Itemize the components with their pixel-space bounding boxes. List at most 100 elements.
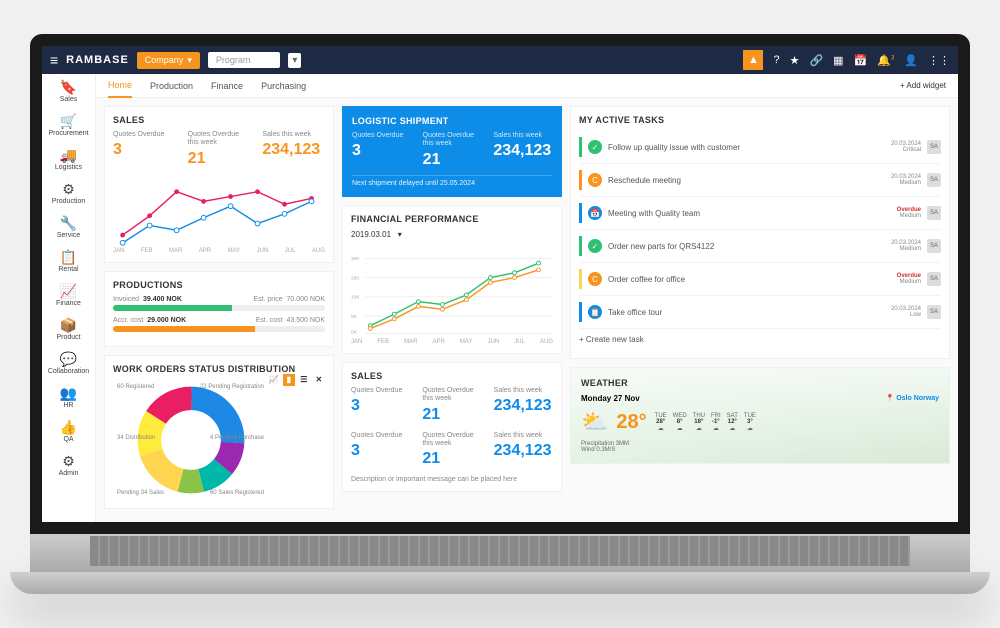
grid-icon[interactable]: ▦ xyxy=(833,54,843,67)
progress-bar: Invoiced 39.400 NOKEst. price 70.000 NOK xyxy=(113,296,325,311)
task-text: Order new parts for QRS4122 xyxy=(608,242,885,251)
qa-icon: 👍 xyxy=(44,419,93,436)
rental-icon: 📋 xyxy=(44,249,93,266)
tab-purchasing[interactable]: Purchasing xyxy=(261,75,306,97)
sidebar-item-finance[interactable]: 📈Finance xyxy=(42,278,95,312)
forecast-day: SAT12°☁ xyxy=(727,413,738,432)
card-title: PRODUCTIONS xyxy=(113,280,325,290)
task-row[interactable]: ✓ Follow up quality issue with customer … xyxy=(579,131,941,164)
task-status-icon: C xyxy=(588,173,602,187)
task-row[interactable]: C Order coffee for office OverdueMedium … xyxy=(579,263,941,296)
avatar: SA xyxy=(927,272,941,286)
company-dropdown[interactable]: Company ▾ xyxy=(137,52,200,69)
alert-icon[interactable]: ▲ xyxy=(743,50,763,70)
production-icon: ⚙ xyxy=(44,181,93,198)
apps-icon[interactable]: ⋮⋮ xyxy=(928,54,950,67)
sidebar-item-logistics[interactable]: 🚚Logistics xyxy=(42,142,95,176)
avatar: SA xyxy=(927,305,941,319)
svg-text:0K: 0K xyxy=(351,329,358,335)
sidebar-item-product[interactable]: 📦Product xyxy=(42,312,95,346)
tab-home[interactable]: Home xyxy=(108,74,132,98)
sidebar-item-hr[interactable]: 👥HR xyxy=(42,380,95,414)
sidebar: 🔖Sales🛒Procurement🚚Logistics⚙Production🔧… xyxy=(42,74,96,522)
financial-card: FINANCIAL PERFORMANCE 2019.03.01 ▾ 30K25… xyxy=(342,205,562,354)
chart-list-icon[interactable]: ☰ xyxy=(298,374,310,386)
kpi: Sales this week234,123 xyxy=(262,131,325,168)
search-icon[interactable]: ▾ xyxy=(288,53,301,68)
chart-line-icon[interactable]: 📈 xyxy=(268,374,280,386)
avatar: SA xyxy=(927,173,941,187)
sidebar-item-admin[interactable]: ⚙Admin xyxy=(42,448,95,482)
avatar: SA xyxy=(927,140,941,154)
sidebar-item-production[interactable]: ⚙Production xyxy=(42,176,95,210)
bell-icon[interactable]: 🔔3 xyxy=(877,54,894,67)
sales-chart xyxy=(113,176,325,246)
card-title: WEATHER xyxy=(581,378,939,388)
task-text: Follow up quality issue with customer xyxy=(608,143,885,152)
card-title: LOGISTIC SHIPMENT xyxy=(352,116,552,126)
card-title: WORK ORDERS STATUS DISTRIBUTION 📈 ▮ ☰ ✕ xyxy=(113,364,325,374)
service-icon: 🔧 xyxy=(44,215,93,232)
collaboration-icon: 💬 xyxy=(44,351,93,368)
sales-card: SALES Quotes Overdue3Quotes Overdue this… xyxy=(104,106,334,263)
svg-text:25K: 25K xyxy=(351,275,360,281)
chart-bar-icon[interactable]: ▮ xyxy=(283,374,295,386)
svg-text:30K: 30K xyxy=(351,256,360,262)
product-icon: 📦 xyxy=(44,317,93,334)
kpi: Sales this week234,123 xyxy=(493,132,552,169)
top-nav: ≡ RAMBASE Company ▾ Program ▾ ▲ ? ★ 🔗 ▦ … xyxy=(42,46,958,74)
task-text: Take office tour xyxy=(608,308,885,317)
weather-temp: 28° xyxy=(616,411,646,434)
task-status-icon: ✓ xyxy=(588,140,602,154)
link-icon[interactable]: 🔗 xyxy=(809,54,823,67)
kpi: Sales this week234,123 xyxy=(494,432,553,469)
weather-date: Monday 27 Nov xyxy=(581,394,640,403)
task-row[interactable]: ✓ Order new parts for QRS4122 20.03.2024… xyxy=(579,230,941,263)
period-dropdown[interactable]: 2019.03.01 ▾ xyxy=(351,230,553,239)
task-row[interactable]: 📅 Meeting with Quality team OverdueMediu… xyxy=(579,197,941,230)
calendar-icon[interactable]: 📅 xyxy=(854,54,868,67)
logistics-icon: 🚚 xyxy=(44,147,93,164)
kpi: Quotes Overdue this week21 xyxy=(422,432,481,469)
star-icon[interactable]: ★ xyxy=(790,54,800,67)
task-row[interactable]: C Reschedule meeting 20.03.2024Medium SA xyxy=(579,164,941,197)
sidebar-item-sales[interactable]: 🔖Sales xyxy=(42,74,95,108)
task-status-icon: C xyxy=(588,272,602,286)
sidebar-item-rental[interactable]: 📋Rental xyxy=(42,244,95,278)
sidebar-item-service[interactable]: 🔧Service xyxy=(42,210,95,244)
close-icon[interactable]: ✕ xyxy=(313,374,325,386)
priority-indicator xyxy=(579,170,582,190)
kpi: Sales this week234,123 xyxy=(494,387,553,424)
task-text: Order coffee for office xyxy=(608,275,891,284)
avatar: SA xyxy=(927,206,941,220)
kpi: Quotes Overdue3 xyxy=(113,131,176,168)
progress-bar: Accr. cost 29.000 NOKEst. cost 43.500 NO… xyxy=(113,317,325,332)
kpi: Quotes Overdue this week21 xyxy=(188,131,251,168)
priority-indicator xyxy=(579,203,582,223)
menu-icon[interactable]: ≡ xyxy=(50,52,58,68)
kpi: Quotes Overdue this week21 xyxy=(422,387,481,424)
forecast-day: TUE3°☁ xyxy=(744,413,756,432)
sidebar-item-collaboration[interactable]: 💬Collaboration xyxy=(42,346,95,380)
task-status-icon: 📋 xyxy=(588,305,602,319)
sidebar-item-procurement[interactable]: 🛒Procurement xyxy=(42,108,95,142)
add-widget-button[interactable]: + Add widget xyxy=(900,81,946,90)
svg-text:5K: 5K xyxy=(351,314,358,320)
sidebar-item-qa[interactable]: 👍QA xyxy=(42,414,95,448)
card-title: SALES xyxy=(351,371,553,381)
shipment-card: LOGISTIC SHIPMENT Quotes Overdue3Quotes … xyxy=(342,106,562,197)
procurement-icon: 🛒 xyxy=(44,113,93,130)
tab-finance[interactable]: Finance xyxy=(211,75,243,97)
help-icon[interactable]: ? xyxy=(773,54,779,66)
user-icon[interactable]: 👤 xyxy=(904,54,918,67)
tasks-card: MY ACTIVE TASKS ✓ Follow up quality issu… xyxy=(570,106,950,359)
tab-production[interactable]: Production xyxy=(150,75,193,97)
create-task-button[interactable]: + Create new task xyxy=(579,329,941,350)
program-input[interactable]: Program xyxy=(208,52,281,68)
priority-indicator xyxy=(579,236,582,256)
task-row[interactable]: 📋 Take office tour 20.03.2024Low SA xyxy=(579,296,941,329)
priority-indicator xyxy=(579,269,582,289)
admin-icon: ⚙ xyxy=(44,453,93,470)
weather-location: 📍 Oslo Norway xyxy=(886,394,939,403)
svg-text:15K: 15K xyxy=(351,295,360,301)
